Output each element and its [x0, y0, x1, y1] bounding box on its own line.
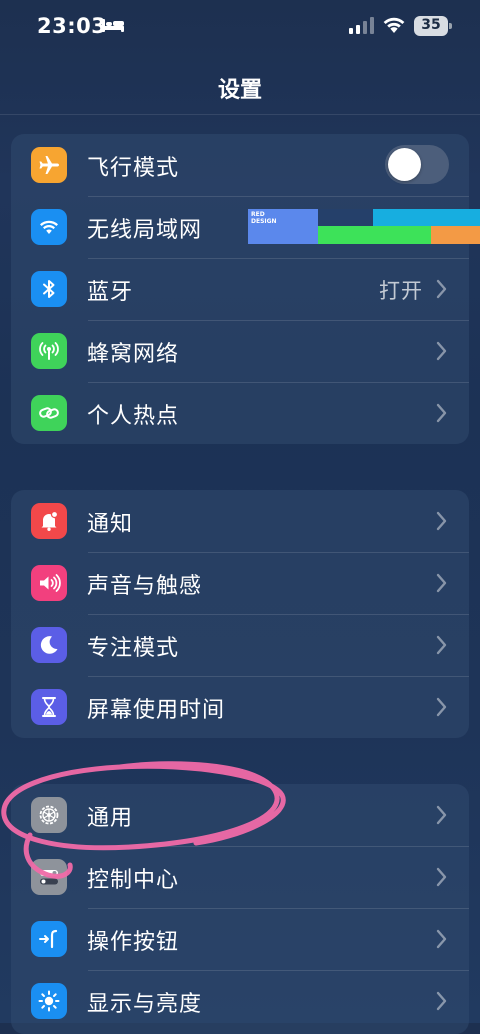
toggle-knob [388, 148, 421, 181]
row-action-button[interactable]: 操作按钮 [11, 908, 469, 970]
moon-icon [31, 627, 67, 663]
toggles-icon [31, 859, 67, 895]
chevron-right-icon [436, 341, 447, 361]
row-personal-hotspot[interactable]: 个人热点 [11, 382, 469, 444]
bluetooth-icon [31, 271, 67, 307]
chevron-right-icon [436, 635, 447, 655]
row-label: 个人热点 [87, 404, 180, 429]
cellular-signal-icon [349, 17, 374, 34]
row-label: 专注模式 [87, 636, 180, 661]
chevron-right-icon [436, 697, 447, 717]
battery-icon: 35 [414, 16, 452, 36]
red-design-watermark: RED DESIGN [248, 209, 480, 244]
row-sounds-haptics[interactable]: 声音与触感 [11, 552, 469, 614]
nav-divider [0, 114, 480, 115]
row-label: 无线局域网 [87, 218, 203, 243]
action-button-icon [31, 921, 67, 957]
airplane-mode-toggle[interactable] [385, 145, 449, 184]
sun-brightness-icon [31, 983, 67, 1019]
row-label: 蓝牙 [87, 280, 134, 305]
bluetooth-status-value: 打开 [379, 279, 423, 303]
cellular-antenna-icon [31, 333, 67, 369]
wifi-icon [383, 17, 405, 33]
row-general[interactable]: 通用 [11, 784, 469, 846]
row-label: 操作按钮 [87, 930, 180, 955]
row-label: 屏幕使用时间 [87, 698, 226, 723]
wifi-icon [31, 209, 67, 245]
battery-level: 35 [421, 17, 441, 33]
chevron-right-icon [436, 805, 447, 825]
settings-group-general: 通用 控制中心 操作按钮 显示与亮度 [11, 784, 469, 1034]
chevron-right-icon [436, 929, 447, 949]
notification-bell-icon [31, 503, 67, 539]
settings-group-notifications: 通知 声音与触感 专注模式 屏幕使用时间 [11, 490, 469, 738]
status-time: 23:03 [37, 14, 107, 38]
hourglass-icon [31, 689, 67, 725]
row-label: 声音与触感 [87, 574, 203, 599]
chevron-right-icon [436, 403, 447, 423]
row-screen-time[interactable]: 屏幕使用时间 [11, 676, 469, 738]
hotspot-chain-icon [31, 395, 67, 431]
page-title: 设置 [217, 78, 262, 103]
chevron-right-icon [436, 279, 447, 299]
row-airplane-mode[interactable]: 飞行模式 [11, 134, 469, 196]
row-label: 蜂窝网络 [87, 342, 180, 367]
chevron-right-icon [436, 991, 447, 1011]
row-label: 通知 [87, 512, 134, 537]
row-label: 通用 [87, 806, 134, 831]
chevron-right-icon [436, 573, 447, 593]
gear-icon [31, 797, 67, 833]
watermark-text: RED DESIGN [251, 211, 277, 225]
row-label: 飞行模式 [87, 156, 180, 181]
airplane-icon [31, 147, 67, 183]
row-label: 显示与亮度 [87, 992, 203, 1017]
row-focus[interactable]: 专注模式 [11, 614, 469, 676]
settings-group-connectivity: 飞行模式 无线局域网 蓝牙 打开 蜂窝网络 个人热点 [11, 134, 469, 444]
row-cellular[interactable]: 蜂窝网络 [11, 320, 469, 382]
bed-icon [102, 19, 124, 32]
row-bluetooth[interactable]: 蓝牙 打开 [11, 258, 469, 320]
row-notifications[interactable]: 通知 [11, 490, 469, 552]
row-label: 控制中心 [87, 868, 180, 893]
chevron-right-icon [436, 867, 447, 887]
row-control-center[interactable]: 控制中心 [11, 846, 469, 908]
speaker-icon [31, 565, 67, 601]
chevron-right-icon [436, 511, 447, 531]
status-bar: 23:03 35 [0, 0, 480, 56]
